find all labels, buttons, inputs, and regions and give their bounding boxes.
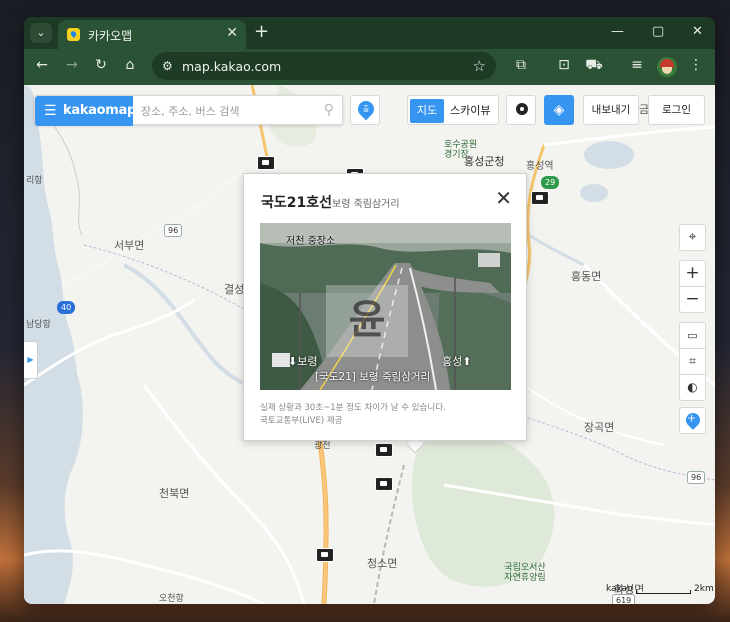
road-badge: 29: [541, 176, 560, 189]
close-icon[interactable]: ✕: [226, 25, 238, 41]
my-location-icon[interactable]: ⌖: [679, 224, 706, 251]
map-label-cheongso[interactable]: 청소면: [367, 555, 397, 571]
brand-name: kakaomap: [63, 103, 136, 118]
cam-overlay-bottom: [국도21] 보령 죽림삼거리: [315, 371, 431, 383]
popup-subtitle: 보령 죽림삼거리: [332, 199, 400, 210]
map-label-cheonbuk[interactable]: 천북면: [159, 485, 189, 501]
browser-window: ⌄ 카카오맵 ✕ + — ▢ ✕ ← → ↻ ⌂ ⚙ map.kakao.com…: [24, 17, 715, 604]
map-label-oseosan-forest[interactable]: 국립오서산자연휴양림: [502, 563, 548, 583]
address-bar[interactable]: ⚙ map.kakao.com ☆: [152, 52, 496, 80]
login-button[interactable]: 로그인: [648, 95, 705, 125]
map-canvas[interactable]: 홍성군청 홍성역 서부면 결성 홍동면 장곡면 천북면 청소면 국립오서산자연휴…: [24, 85, 715, 604]
tab-kakaomap[interactable]: 카카오맵 ✕: [58, 20, 246, 49]
cctv-popup: 국도21호선 보령 죽림삼거리 ✕ 저천 중장소 윤 ⬇보령 홍성⬆ [국도21…: [243, 173, 527, 441]
map-label-namdang-port[interactable]: 남당항: [26, 317, 51, 330]
cctv-marker-icon[interactable]: [531, 191, 549, 205]
arrow-right-icon[interactable]: →: [62, 57, 82, 73]
export-button[interactable]: 내보내기: [583, 95, 639, 125]
close-icon[interactable]: ✕: [495, 186, 512, 210]
reload-icon[interactable]: ↻: [91, 57, 111, 73]
cctv-marker-icon[interactable]: [375, 443, 393, 457]
road-badge: 40: [57, 301, 76, 314]
puzzle-icon[interactable]: ⧉: [511, 57, 531, 73]
route-label: 출: [362, 105, 370, 113]
cctv-marker-icon[interactable]: [316, 548, 334, 562]
menu-icon[interactable]: ☰: [44, 103, 57, 119]
tab-strip: ⌄ 카카오맵 ✕ + — ▢ ✕: [24, 17, 715, 49]
scale-bar: kakao 2km: [606, 584, 714, 594]
map-label-seobu[interactable]: 서부면: [114, 237, 144, 253]
map-view-button[interactable]: 지도: [410, 99, 444, 123]
popup-notice-line2: 국토교통부(LIVE) 제공: [260, 416, 343, 426]
cctv-video[interactable]: 저천 중장소 윤 ⬇보령 홍성⬆ [국도21] 보령 죽림삼거리: [260, 223, 511, 390]
car-icon[interactable]: ⛟: [584, 57, 604, 75]
cam-overlay-left: ⬇보령: [288, 355, 318, 368]
zoom-out-icon[interactable]: −: [679, 286, 706, 313]
add-pin-icon: [683, 410, 703, 430]
star-icon[interactable]: ☆: [473, 57, 486, 75]
plus-icon[interactable]: +: [254, 22, 269, 42]
compass-icon[interactable]: ◐: [679, 374, 706, 401]
scale-distance: 2km: [694, 584, 714, 594]
sidebar-toggle-icon[interactable]: ▶: [24, 341, 38, 379]
screenshot-icon[interactable]: ⊡: [554, 57, 574, 73]
map-label-hongseong-county-office[interactable]: 홍성군청: [464, 153, 504, 169]
ruler-icon[interactable]: ▭: [679, 322, 706, 349]
popup-notice-line1: 실제 상황과 30초~1분 정도 차이가 날 수 있습니다.: [260, 403, 446, 413]
search-input[interactable]: [141, 101, 311, 121]
window-close-icon[interactable]: ✕: [692, 24, 703, 39]
map-label-stadium[interactable]: 경기장: [444, 147, 469, 160]
add-place-button[interactable]: [679, 407, 706, 434]
map-label-ocheon-port[interactable]: 오천항: [159, 591, 184, 604]
scale-line: [636, 590, 691, 594]
tune-icon[interactable]: ⚙: [162, 59, 173, 73]
url-text[interactable]: map.kakao.com: [182, 59, 281, 74]
search-bar: ☰ kakaomap ⚲: [34, 95, 343, 126]
kakaomap-logo[interactable]: ☰ kakaomap: [35, 96, 136, 126]
home-icon[interactable]: ⌂: [120, 57, 140, 73]
arrow-left-icon[interactable]: ←: [32, 57, 52, 73]
maximize-icon[interactable]: ▢: [652, 24, 664, 39]
cam-watermark: 윤: [326, 285, 408, 357]
popup-notice: 실제 상황과 30초~1분 정도 차이가 날 수 있습니다. 국토교통부(LIV…: [260, 402, 446, 428]
roadview-button[interactable]: [506, 95, 536, 125]
chevron-down-icon[interactable]: ⌄: [30, 23, 52, 43]
route-pin-icon: 출: [354, 97, 378, 121]
media-queue-icon[interactable]: ≡: [627, 57, 647, 73]
road-badge: 619: [612, 594, 636, 604]
browser-toolbar: ← → ↻ ⌂ ⚙ map.kakao.com ☆ ⧉ ⊡ ⛟ ≡ ⋮: [24, 49, 715, 85]
layers-icon[interactable]: ◈: [544, 95, 574, 125]
road-badge: 96: [687, 471, 706, 484]
kakaomap-favicon-icon: [67, 28, 80, 41]
map-label-hongseong-station[interactable]: 홍성역: [526, 157, 554, 172]
popup-title: 국도21호선: [261, 195, 333, 211]
map-label-janggok[interactable]: 장곡면: [584, 419, 614, 435]
map-label-rihang[interactable]: 리항: [26, 173, 43, 186]
map-type-toggle: 지도 스카이뷰: [407, 95, 499, 125]
cctv-marker-icon[interactable]: [257, 156, 275, 170]
avatar[interactable]: [657, 57, 677, 77]
map-label-hongdong[interactable]: 홍동면: [571, 268, 601, 284]
roadview-icon: [516, 103, 528, 115]
search-icon[interactable]: ⚲: [324, 102, 334, 118]
zoom-in-icon[interactable]: +: [679, 260, 706, 287]
cam-overlay-top: 저천 중장소: [286, 236, 336, 247]
map-label-gyeolseong[interactable]: 결성: [224, 281, 244, 297]
tab-title: 카카오맵: [88, 29, 133, 43]
area-icon[interactable]: ⌗: [679, 348, 706, 375]
more-vert-icon[interactable]: ⋮: [686, 57, 706, 73]
cctv-marker-icon[interactable]: [375, 477, 393, 491]
road-badge: 96: [164, 224, 183, 237]
cam-overlay-right: 홍성⬆: [442, 355, 472, 368]
scale-brand: kakao: [606, 584, 633, 594]
skyview-button[interactable]: 스카이뷰: [450, 99, 490, 123]
minimize-icon[interactable]: —: [611, 24, 624, 39]
route-button[interactable]: 출: [350, 95, 380, 125]
